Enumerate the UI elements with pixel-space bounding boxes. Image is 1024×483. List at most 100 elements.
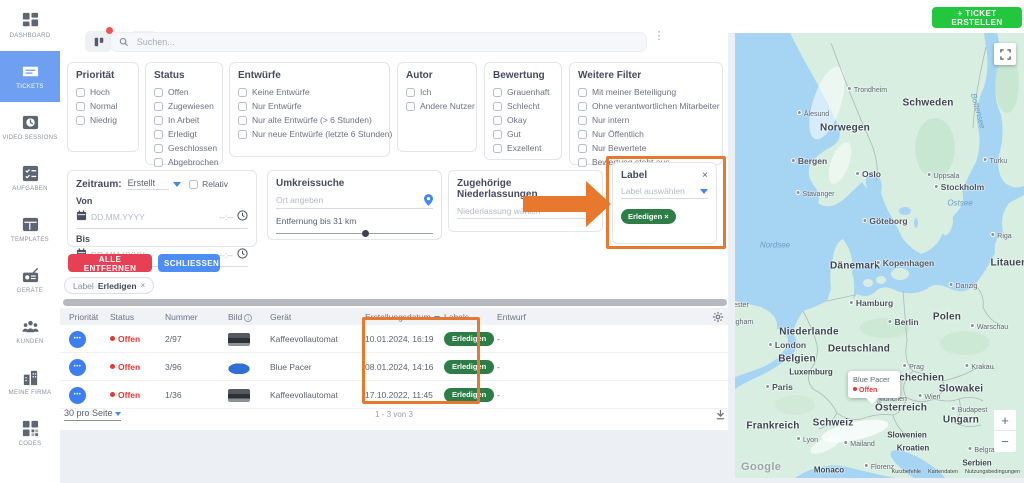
close-filters-button[interactable]: SCHLIESSEN (158, 254, 220, 272)
zoom-out-button[interactable]: − (994, 431, 1016, 452)
checkbox-icon[interactable] (493, 116, 502, 125)
checkbox-icon[interactable] (76, 102, 85, 111)
checkbox-icon[interactable] (493, 130, 502, 139)
checkbox-icon[interactable] (578, 144, 587, 153)
close-icon[interactable]: × (702, 170, 708, 181)
checkbox-icon[interactable] (578, 88, 587, 97)
sidebar-item-dashboard[interactable]: DASHBOARD (0, 0, 60, 51)
filter-checkbox-option[interactable]: Keine Entwürfe (238, 87, 381, 97)
filter-checkbox-option[interactable]: Grauenhaft (493, 87, 553, 97)
search-bar[interactable] (110, 32, 647, 52)
table-row[interactable]: ••• Offen 2/97 Kaffeevollautomat 10.01.2… (60, 326, 728, 353)
time-from-input[interactable]: --:-- (219, 212, 233, 222)
filter-checkbox-option[interactable]: Gut (493, 129, 553, 139)
filter-checkbox-option[interactable]: Abgebrochen (154, 157, 214, 167)
active-filter-chip[interactable]: Label Erledigen × (64, 277, 154, 294)
checkbox-icon[interactable] (578, 102, 587, 111)
filter-checkbox-option[interactable]: In Arbeit (154, 115, 214, 125)
sidebar-item-templates[interactable]: TEMPLATES (0, 204, 60, 255)
zeitraum-type-select[interactable]: Erstellt (126, 178, 170, 190)
device-thumbnail[interactable] (228, 361, 250, 374)
checkbox-icon[interactable] (154, 88, 163, 97)
filter-checkbox-option[interactable]: Nur Entwürfe (238, 101, 381, 111)
table-row[interactable]: ••• Offen 1/36 Kaffeevollautomat 17.10.2… (60, 382, 728, 409)
horizontal-scrollbar[interactable] (63, 299, 727, 306)
date-from-input[interactable]: DD.MM.YYYY (91, 212, 215, 222)
checkbox-icon[interactable] (154, 102, 163, 111)
filter-checkbox-option[interactable]: Nur Bewertete (578, 143, 714, 153)
download-icon[interactable] (715, 407, 726, 425)
checkbox-icon[interactable] (238, 116, 247, 125)
kebab-menu-button[interactable]: ⋮ (653, 33, 665, 39)
label-chip[interactable]: Erledigen (444, 360, 494, 374)
label-chip[interactable]: Erledigen (444, 332, 494, 346)
device-thumbnail[interactable] (228, 333, 250, 346)
filter-checkbox-option[interactable]: Mit meiner Beteiligung (578, 87, 714, 97)
slider-thumb[interactable] (362, 230, 369, 237)
checkbox-icon[interactable] (76, 88, 85, 97)
filter-checkbox-option[interactable]: Normal (76, 101, 130, 111)
zoom-in-button[interactable]: + (994, 410, 1016, 431)
clock-icon[interactable] (237, 246, 248, 264)
checkbox-icon[interactable] (238, 102, 247, 111)
device-thumbnail[interactable] (228, 389, 250, 402)
filter-checkbox-option[interactable]: Exzellent (493, 143, 553, 153)
checkbox-icon[interactable] (154, 144, 163, 153)
search-input[interactable] (135, 36, 638, 48)
distance-slider[interactable] (276, 230, 433, 238)
map-fullscreen-button[interactable] (994, 43, 1016, 65)
sidebar-item-geraete[interactable]: GERÄTE (0, 255, 60, 306)
map-marker-popup[interactable]: Blue Pacer Offen (848, 371, 900, 398)
filter-checkbox-option[interactable]: Zugewiesen (154, 101, 214, 111)
filter-checkbox-option[interactable]: Geschlossen (154, 143, 214, 153)
filter-checkbox-option[interactable]: Erledigt (154, 129, 214, 139)
remove-all-filters-button[interactable]: ALLE ENTFERNEN (68, 254, 152, 272)
checkbox-icon[interactable] (238, 130, 247, 139)
remove-chip-icon[interactable]: × (141, 281, 146, 290)
relativ-checkbox[interactable] (189, 180, 198, 189)
sidebar-item-codes[interactable]: CODES (0, 408, 60, 459)
ort-input[interactable]: Ort angeben (276, 195, 424, 205)
filter-checkbox-option[interactable]: Nur intern (578, 115, 714, 125)
sidebar-item-video-sessions[interactable]: VIDEO SESSIONS (0, 102, 60, 153)
checkbox-icon[interactable] (406, 102, 415, 111)
calendar-icon[interactable] (76, 208, 87, 226)
clock-icon[interactable] (237, 208, 248, 226)
location-pin-icon[interactable] (424, 194, 433, 206)
checkbox-icon[interactable] (406, 88, 415, 97)
checkbox-icon[interactable] (154, 116, 163, 125)
create-ticket-button[interactable]: + TICKET ERSTELLEN (932, 7, 1022, 28)
column-erstellungsdatum[interactable]: Erstellungsdatum (365, 312, 440, 322)
checkbox-icon[interactable] (578, 158, 587, 167)
checkbox-icon[interactable] (578, 116, 587, 125)
attribution-terms[interactable]: Nutzungsbedingungen (965, 469, 1020, 475)
sidebar-item-meine-firma[interactable]: MEINE FIRMA (0, 357, 60, 408)
filter-checkbox-option[interactable]: Niedrig (76, 115, 130, 125)
attribution-shortcuts[interactable]: Kurzbefehle (892, 469, 921, 475)
filter-checkbox-option[interactable]: Ohne verantwortlichen Mitarbeiter (578, 101, 714, 111)
filter-checkbox-option[interactable]: Nur Öffentlich (578, 129, 714, 139)
table-row[interactable]: ••• Offen 3/96 Blue Pacer 08.01.2024, 14… (60, 354, 728, 381)
label-select[interactable]: Label auswählen (621, 186, 700, 196)
checkbox-icon[interactable] (154, 130, 163, 139)
checkbox-icon[interactable] (76, 116, 85, 125)
label-chip[interactable]: Erledigen (444, 388, 494, 402)
filter-checkbox-option[interactable]: Schlecht (493, 101, 553, 111)
filter-checkbox-option[interactable]: Nur neue Entwürfe (letzte 6 Stunden) (238, 129, 381, 139)
checkbox-icon[interactable] (578, 130, 587, 139)
selected-label-chip[interactable]: Erledigen × (621, 209, 676, 224)
attribution-data[interactable]: Kartendaten (928, 469, 958, 475)
filter-checkbox-option[interactable]: Ich (406, 87, 468, 97)
checkbox-icon[interactable] (154, 158, 163, 167)
sidebar-item-kunden[interactable]: KUNDEN (0, 306, 60, 357)
time-to-input[interactable]: --:-- (219, 250, 233, 260)
filter-checkbox-option[interactable]: Nur alte Entwürfe (> 6 Stunden) (238, 115, 381, 125)
filter-checkbox-option[interactable]: Hoch (76, 87, 130, 97)
filter-checkbox-option[interactable]: Offen (154, 87, 214, 97)
checkbox-icon[interactable] (238, 88, 247, 97)
filter-checkbox-option[interactable]: Okay (493, 115, 553, 125)
map-canvas[interactable]: Schweden Norwegen Trondheim Ålesund Berg… (735, 33, 1024, 478)
checkbox-icon[interactable] (493, 102, 502, 111)
remove-label-icon[interactable]: × (664, 212, 668, 221)
checkbox-icon[interactable] (493, 88, 502, 97)
